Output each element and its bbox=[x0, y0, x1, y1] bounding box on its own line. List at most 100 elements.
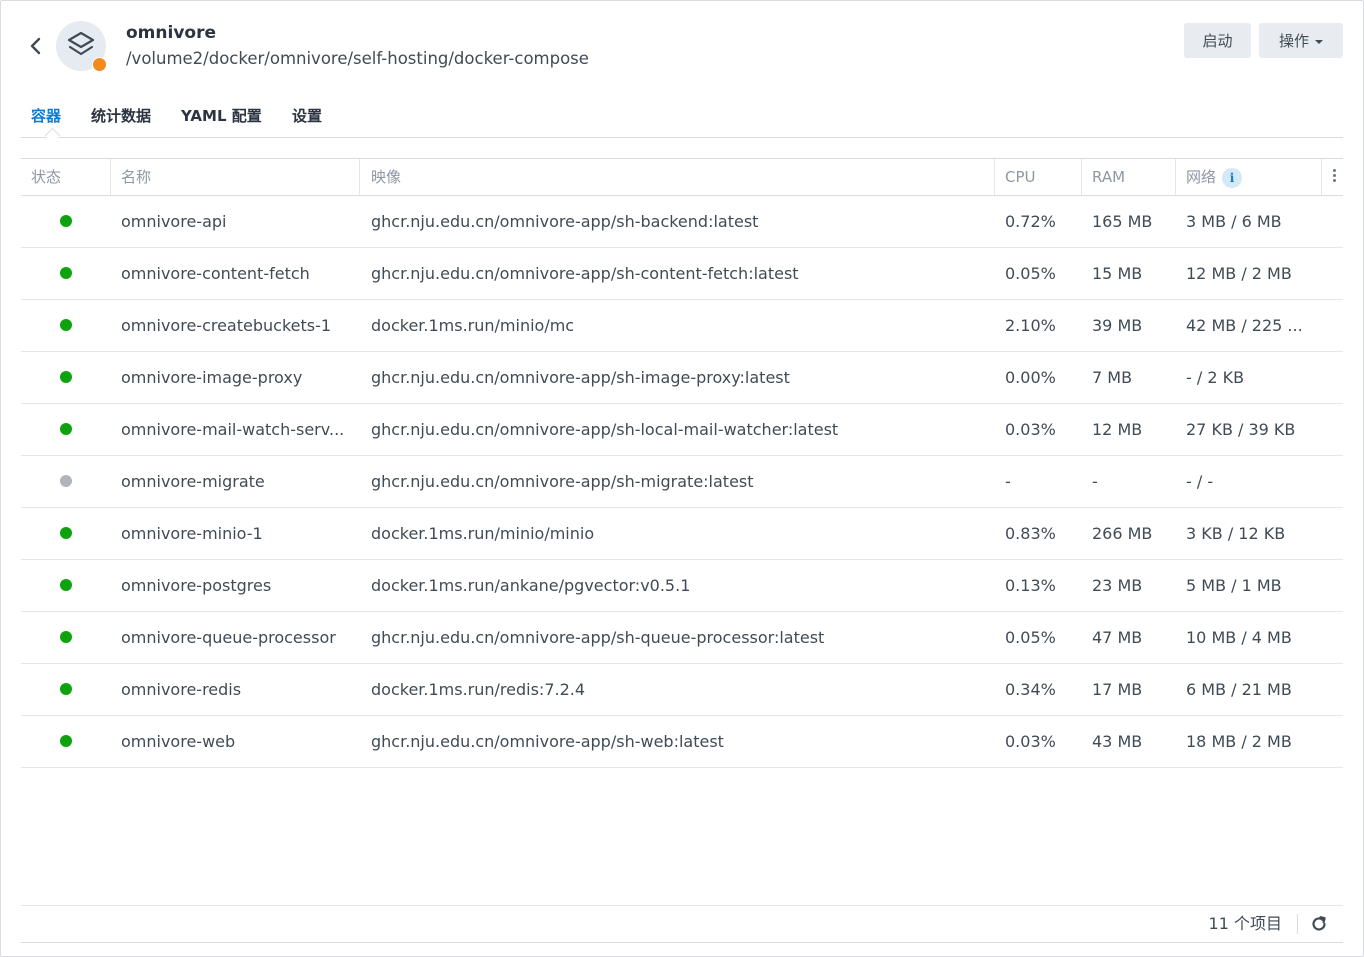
table-row[interactable]: omnivore-content-fetch ghcr.nju.edu.cn/om… bbox=[21, 248, 1343, 300]
table-row[interactable]: omnivore-web ghcr.nju.edu.cn/omnivore-app… bbox=[21, 716, 1343, 768]
cell-name: omnivore-mail-watch-serv... bbox=[121, 420, 345, 439]
cell-cpu: 0.05% bbox=[1005, 264, 1056, 283]
status-indicator bbox=[60, 319, 72, 331]
action-dropdown-button[interactable]: 操作 bbox=[1259, 23, 1343, 58]
status-indicator bbox=[60, 631, 72, 643]
cell-cpu: 0.34% bbox=[1005, 680, 1056, 699]
status-indicator bbox=[60, 423, 72, 435]
status-indicator bbox=[60, 735, 72, 747]
project-path: /volume2/docker/omnivore/self-hosting/do… bbox=[126, 49, 589, 68]
cell-ram: 7 MB bbox=[1092, 368, 1133, 387]
column-divider[interactable] bbox=[1321, 159, 1322, 195]
kebab-icon[interactable] bbox=[1333, 167, 1337, 185]
action-button-label: 操作 bbox=[1278, 32, 1309, 50]
cell-image: docker.1ms.run/ankane/pgvector:v0.5.1 bbox=[371, 576, 691, 595]
column-divider[interactable] bbox=[110, 159, 111, 195]
cell-cpu: - bbox=[1005, 472, 1011, 491]
table-row[interactable]: omnivore-migrate ghcr.nju.edu.cn/omnivore… bbox=[21, 456, 1343, 508]
status-indicator bbox=[60, 579, 72, 591]
cell-cpu: 2.10% bbox=[1005, 316, 1056, 335]
tab-containers[interactable]: 容器 bbox=[31, 105, 61, 126]
table-row[interactable]: omnivore-redis docker.1ms.run/redis:7.2.4… bbox=[21, 664, 1343, 716]
status-indicator bbox=[60, 475, 72, 487]
cell-name: omnivore-queue-processor bbox=[121, 628, 336, 647]
column-divider[interactable] bbox=[1175, 159, 1176, 195]
cell-image: ghcr.nju.edu.cn/omnivore-app/sh-image-pr… bbox=[371, 368, 790, 387]
column-header-network[interactable]: 网络 i bbox=[1186, 159, 1243, 195]
table-row[interactable]: omnivore-postgres docker.1ms.run/ankane/p… bbox=[21, 560, 1343, 612]
cell-name: omnivore-content-fetch bbox=[121, 264, 310, 283]
cell-ram: 165 MB bbox=[1092, 212, 1153, 231]
column-header-status[interactable]: 状态 bbox=[31, 159, 61, 195]
cell-name: omnivore-minio-1 bbox=[121, 524, 263, 543]
column-header-name[interactable]: 名称 bbox=[121, 159, 151, 195]
column-divider[interactable] bbox=[1081, 159, 1082, 195]
cell-ram: 17 MB bbox=[1092, 680, 1143, 699]
cell-name: omnivore-postgres bbox=[121, 576, 272, 595]
cell-image: docker.1ms.run/minio/minio bbox=[371, 524, 595, 543]
cell-ram: 23 MB bbox=[1092, 576, 1143, 595]
cell-network: 5 MB / 1 MB bbox=[1186, 576, 1282, 595]
column-header-cpu[interactable]: CPU bbox=[1005, 159, 1036, 195]
cell-cpu: 0.72% bbox=[1005, 212, 1056, 231]
cell-image: ghcr.nju.edu.cn/omnivore-app/sh-content-… bbox=[371, 264, 799, 283]
status-indicator bbox=[60, 215, 72, 227]
start-button[interactable]: 启动 bbox=[1184, 23, 1251, 58]
cell-network: 27 KB / 39 KB bbox=[1186, 420, 1296, 439]
cell-network: 3 KB / 12 KB bbox=[1186, 524, 1286, 543]
tab-yaml-config[interactable]: YAML 配置 bbox=[181, 105, 262, 126]
container-table: 状态 名称 映像 CPU RAM 网络 i omnivore-api ghcr.nj… bbox=[21, 158, 1343, 768]
cell-name: omnivore-redis bbox=[121, 680, 242, 699]
tab-settings[interactable]: 设置 bbox=[292, 105, 322, 126]
table-body: omnivore-api ghcr.nju.edu.cn/omnivore-app… bbox=[21, 196, 1343, 768]
column-header-network-label: 网络 bbox=[1186, 168, 1217, 186]
cell-network: 10 MB / 4 MB bbox=[1186, 628, 1292, 647]
cell-name: omnivore-api bbox=[121, 212, 227, 231]
table-row[interactable]: omnivore-queue-processor ghcr.nju.edu.cn/… bbox=[21, 612, 1343, 664]
cell-name: omnivore-image-proxy bbox=[121, 368, 303, 387]
status-indicator bbox=[60, 527, 72, 539]
cell-name: omnivore-createbuckets-1 bbox=[121, 316, 332, 335]
cell-ram: 266 MB bbox=[1092, 524, 1153, 543]
table-footer: 11 个项目 bbox=[21, 905, 1343, 943]
cell-cpu: 0.13% bbox=[1005, 576, 1056, 595]
footer-divider bbox=[1297, 914, 1298, 934]
tab-bar: 容器 统计数据 YAML 配置 设置 bbox=[21, 103, 1343, 144]
item-count: 11 个项目 bbox=[1208, 914, 1282, 933]
table-row[interactable]: omnivore-minio-1 docker.1ms.run/minio/min… bbox=[21, 508, 1343, 560]
cell-image: ghcr.nju.edu.cn/omnivore-app/sh-migrate:… bbox=[371, 472, 754, 491]
table-row[interactable]: omnivore-api ghcr.nju.edu.cn/omnivore-app… bbox=[21, 196, 1343, 248]
status-indicator bbox=[60, 267, 72, 279]
column-header-ram[interactable]: RAM bbox=[1092, 159, 1125, 195]
project-name: omnivore bbox=[126, 23, 216, 43]
column-header-image[interactable]: 映像 bbox=[371, 159, 401, 195]
table-row[interactable]: omnivore-mail-watch-serv... ghcr.nju.edu.… bbox=[21, 404, 1343, 456]
refresh-icon[interactable] bbox=[1310, 915, 1328, 933]
cell-network: 3 MB / 6 MB bbox=[1186, 212, 1282, 231]
cell-network: 12 MB / 2 MB bbox=[1186, 264, 1292, 283]
cell-network: 18 MB / 2 MB bbox=[1186, 732, 1292, 751]
column-divider[interactable] bbox=[994, 159, 995, 195]
chevron-left-icon[interactable] bbox=[28, 36, 44, 56]
layers-icon bbox=[67, 31, 95, 56]
tab-statistics[interactable]: 统计数据 bbox=[91, 105, 151, 126]
cell-ram: 47 MB bbox=[1092, 628, 1143, 647]
cell-image: docker.1ms.run/minio/mc bbox=[371, 316, 575, 335]
project-status-indicator bbox=[92, 57, 107, 72]
column-divider[interactable] bbox=[359, 159, 360, 195]
table-row[interactable]: omnivore-image-proxy ghcr.nju.edu.cn/omni… bbox=[21, 352, 1343, 404]
cell-ram: 12 MB bbox=[1092, 420, 1143, 439]
cell-image: ghcr.nju.edu.cn/omnivore-app/sh-web:late… bbox=[371, 732, 724, 751]
cell-network: - / 2 KB bbox=[1186, 368, 1245, 387]
cell-ram: 43 MB bbox=[1092, 732, 1143, 751]
table-header: 状态 名称 映像 CPU RAM 网络 i bbox=[21, 158, 1343, 196]
table-row[interactable]: omnivore-createbuckets-1 docker.1ms.run/m… bbox=[21, 300, 1343, 352]
cell-image: ghcr.nju.edu.cn/omnivore-app/sh-queue-pr… bbox=[371, 628, 825, 647]
status-indicator bbox=[60, 683, 72, 695]
cell-cpu: 0.00% bbox=[1005, 368, 1056, 387]
cell-ram: 39 MB bbox=[1092, 316, 1143, 335]
cell-cpu: 0.03% bbox=[1005, 732, 1056, 751]
start-button-label: 启动 bbox=[1202, 32, 1233, 50]
cell-network: 42 MB / 225 ... bbox=[1186, 316, 1303, 335]
info-icon[interactable]: i bbox=[1222, 167, 1243, 188]
